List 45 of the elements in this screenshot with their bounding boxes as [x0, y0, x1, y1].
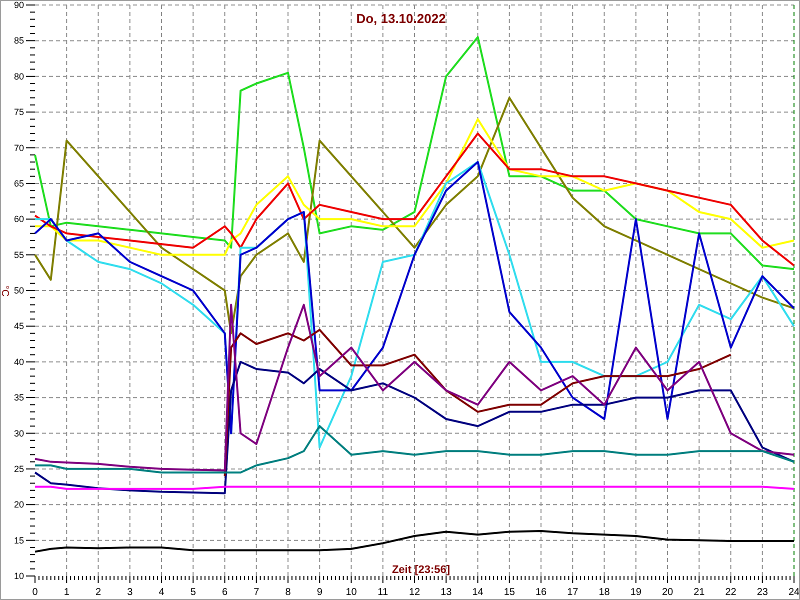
y-axis-label: °C — [1, 285, 10, 297]
tick-label: 45 — [14, 321, 24, 332]
tick-label: 10 — [14, 571, 24, 581]
tick-label: 6 — [222, 587, 228, 598]
tick-label: 3 — [127, 587, 133, 598]
x-axis-label: Zeit [23:56] — [392, 564, 450, 576]
tick-label: 85 — [14, 36, 24, 46]
tick-label: 55 — [14, 250, 24, 260]
tick-label: 65 — [14, 178, 24, 188]
tick-label: 8 — [285, 587, 291, 598]
tick-label: 12 — [408, 587, 420, 598]
tick-label: 18 — [598, 587, 610, 598]
tick-label: 11 — [378, 587, 388, 598]
tick-label: 10 — [346, 587, 357, 598]
tick-label: 9 — [316, 587, 322, 598]
tick-label: 21 — [694, 587, 705, 598]
tick-label: 14 — [472, 587, 484, 598]
tick-label: 23 — [756, 587, 768, 598]
tick-label: 35 — [14, 392, 24, 403]
tick-label: 70 — [14, 142, 24, 153]
tick-label: 2 — [95, 587, 102, 598]
tick-label: 5 — [190, 587, 196, 598]
tick-label: 0 — [32, 587, 38, 598]
tick-label: 40 — [14, 356, 24, 367]
tick-label: 16 — [535, 587, 547, 598]
tick-label: 25 — [14, 464, 24, 474]
tick-label: 4 — [158, 587, 164, 598]
tick-label: 15 — [14, 535, 24, 546]
tick-label: 30 — [14, 428, 24, 438]
tick-label: 13 — [440, 587, 452, 598]
tick-label: 50 — [14, 286, 24, 296]
tick-label: 20 — [662, 587, 674, 598]
tick-label: 20 — [14, 500, 24, 510]
tick-label: 17 — [567, 587, 578, 598]
tick-label: 15 — [504, 587, 515, 598]
tick-label: 80 — [14, 71, 24, 82]
chart-title: Do, 13.10.2022 — [356, 11, 446, 26]
tick-label: 7 — [254, 587, 260, 598]
tick-label: 75 — [14, 107, 24, 118]
tick-label: 19 — [630, 587, 642, 598]
tick-label: 24 — [788, 587, 799, 598]
tick-label: 60 — [14, 214, 24, 224]
tick-label: 22 — [725, 587, 736, 598]
tick-label: 1 — [64, 587, 70, 598]
tick-label: 90 — [14, 1, 24, 10]
